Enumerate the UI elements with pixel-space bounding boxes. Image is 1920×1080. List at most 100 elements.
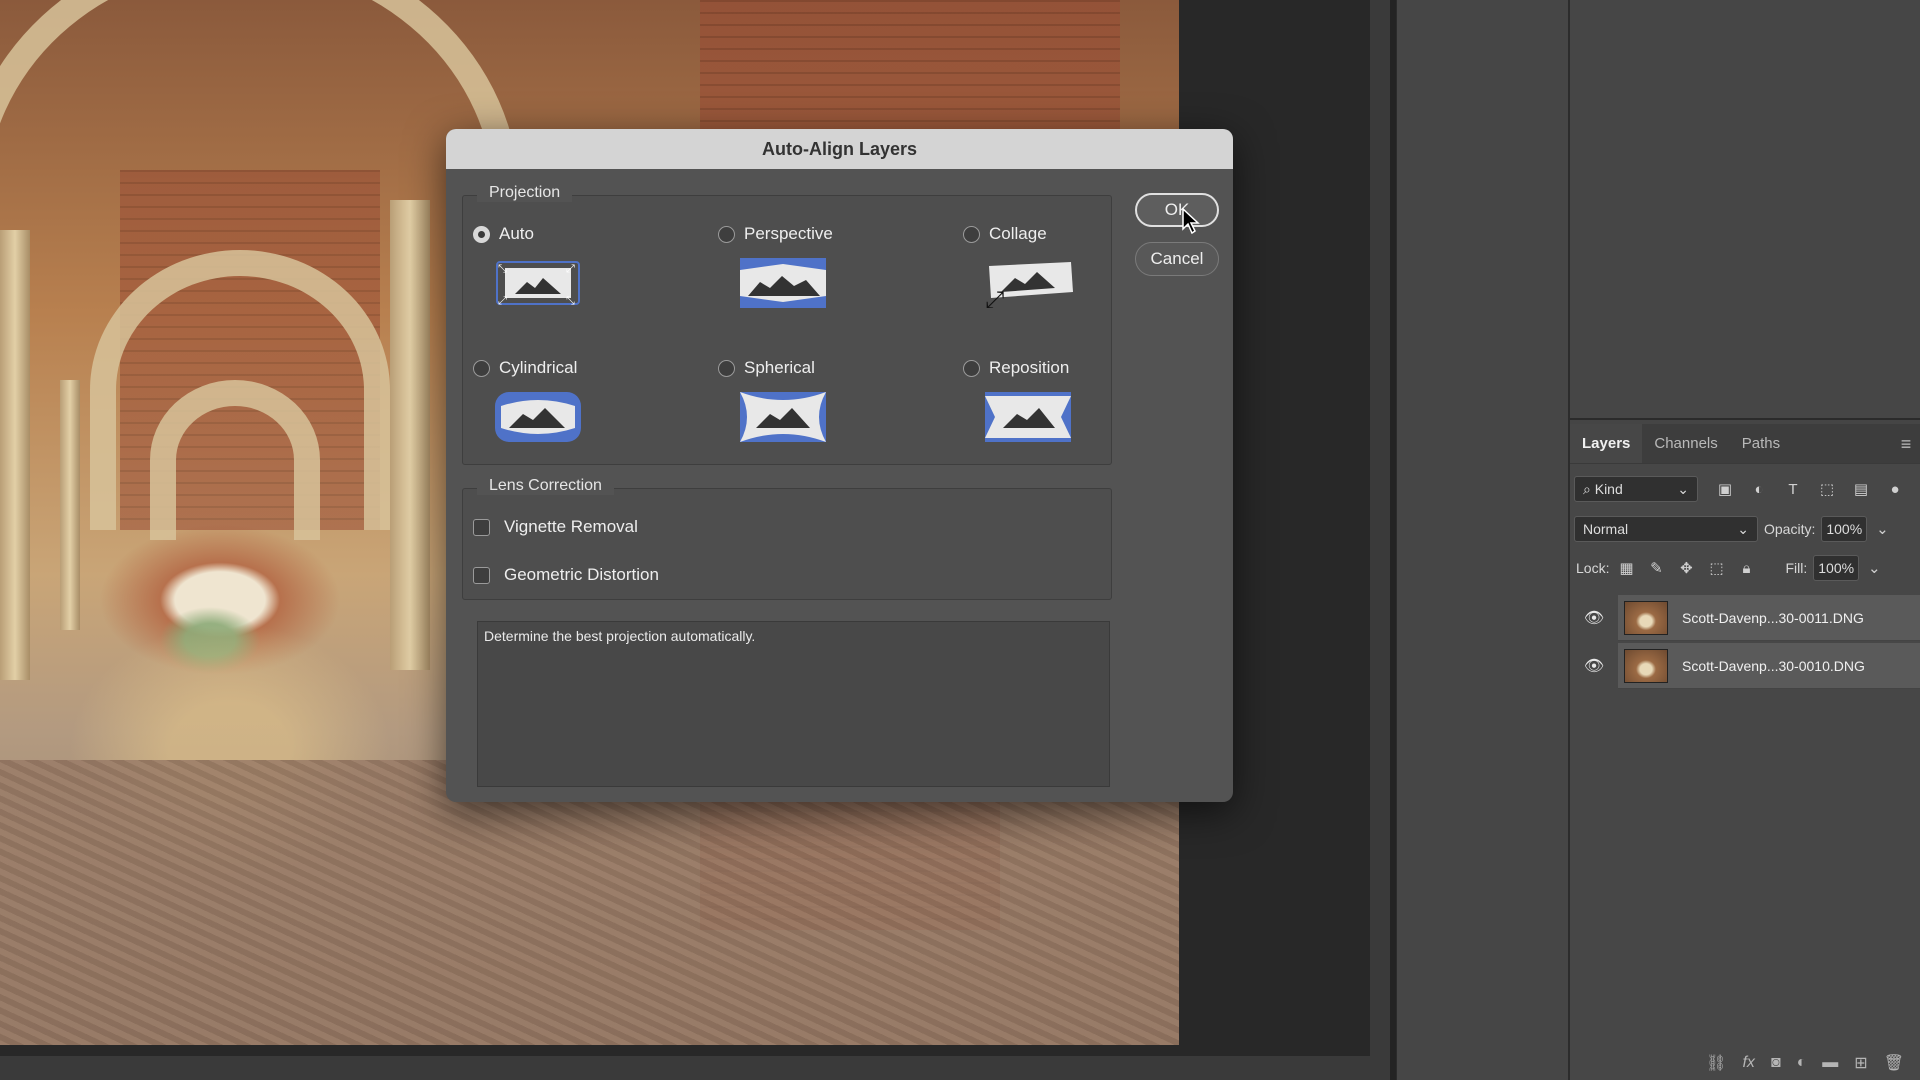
filter-kind-label: Kind bbox=[1594, 480, 1623, 497]
projection-legend: Projection bbox=[477, 184, 573, 202]
layers-panel: Layers Channels Paths ≡ ⌕ Kind ⌄ ▣ ◐ T ⬚… bbox=[1570, 424, 1920, 1080]
geometric-distortion-label: Geometric Distortion bbox=[504, 565, 659, 584]
auto-projection-icon: ⤡ ⤢ ⤢ ⤡ bbox=[496, 261, 580, 307]
layer-thumbnail bbox=[1624, 600, 1668, 635]
svg-text:⤡: ⤡ bbox=[566, 294, 575, 307]
adjustment-filter-icon[interactable]: ◐ bbox=[1748, 478, 1770, 500]
option-cylindrical-label: Cylindrical bbox=[499, 358, 578, 377]
image-filter-icon[interactable]: ▣ bbox=[1714, 478, 1736, 500]
svg-text:⤢: ⤢ bbox=[498, 294, 507, 307]
radio-spherical[interactable] bbox=[718, 359, 735, 377]
spherical-projection-icon bbox=[740, 392, 826, 442]
fx-icon[interactable]: fx bbox=[1742, 1054, 1754, 1072]
lock-artboard-icon[interactable]: ⬚ bbox=[1705, 557, 1727, 579]
option-spherical-label: Spherical bbox=[744, 358, 815, 377]
opacity-input[interactable]: 100% bbox=[1821, 516, 1868, 542]
option-perspective[interactable]: Perspective bbox=[718, 224, 833, 308]
panel-menu-icon[interactable]: ≡ bbox=[1890, 424, 1920, 463]
option-auto[interactable]: Auto ⤡ ⤢ ⤢ ⤡ bbox=[473, 224, 581, 308]
option-perspective-label: Perspective bbox=[744, 224, 833, 243]
ok-button[interactable]: OK bbox=[1135, 193, 1219, 227]
adjustment-layer-icon[interactable]: ◐ bbox=[1797, 1054, 1807, 1072]
fill-label: Fill: bbox=[1785, 560, 1808, 576]
chevron-down-icon: ⌄ bbox=[1737, 520, 1749, 537]
panel-tabs: Layers Channels Paths ≡ bbox=[1570, 424, 1920, 464]
cylindrical-projection-icon bbox=[495, 392, 581, 442]
horizontal-scrollbar[interactable] bbox=[0, 1056, 1390, 1080]
radio-reposition[interactable] bbox=[963, 359, 980, 377]
shape-filter-icon[interactable]: ⬚ bbox=[1816, 478, 1838, 500]
layer-row[interactable]: 👁︎ Scott-Davenp...30-0011.DNG bbox=[1570, 595, 1920, 641]
opacity-dropdown-icon[interactable]: ⌄ bbox=[1871, 518, 1893, 540]
lock-image-icon[interactable]: ✎ bbox=[1645, 557, 1667, 579]
option-collage[interactable]: Collage ⤢ bbox=[963, 224, 1075, 308]
vignette-removal-label: Vignette Removal bbox=[504, 517, 638, 536]
lock-label: Lock: bbox=[1576, 560, 1610, 576]
right-panel-area: Layers Channels Paths ≡ ⌕ Kind ⌄ ▣ ◐ T ⬚… bbox=[1568, 0, 1920, 1080]
lens-correction-legend: Lens Correction bbox=[477, 477, 614, 495]
svg-text:⤡: ⤡ bbox=[498, 262, 507, 275]
reposition-projection-icon bbox=[985, 392, 1071, 442]
geometric-distortion-option[interactable]: Geometric Distortion bbox=[473, 565, 659, 585]
chevron-down-icon: ⌄ bbox=[1677, 480, 1689, 497]
tab-paths[interactable]: Paths bbox=[1730, 424, 1792, 463]
visibility-eye-icon[interactable]: 👁︎ bbox=[1570, 656, 1618, 676]
tab-layers[interactable]: Layers bbox=[1570, 424, 1643, 463]
lock-row: Lock: ▦ ✎ ✥ ⬚ 🔒︎ Fill: 100% ⌄ bbox=[1574, 555, 1885, 581]
empty-panel bbox=[1570, 0, 1920, 420]
lock-position-icon[interactable]: ✥ bbox=[1675, 557, 1697, 579]
tab-channels[interactable]: Channels bbox=[1642, 424, 1729, 463]
filter-toggle-icon[interactable]: ● bbox=[1884, 478, 1906, 500]
layer-thumbnail bbox=[1624, 648, 1668, 683]
radio-auto[interactable] bbox=[473, 225, 490, 243]
radio-collage[interactable] bbox=[963, 225, 980, 243]
geometric-distortion-checkbox[interactable] bbox=[473, 566, 490, 584]
layer-row[interactable]: 👁︎ Scott-Davenp...30-0010.DNG bbox=[1570, 643, 1920, 689]
cancel-button[interactable]: Cancel bbox=[1135, 242, 1219, 276]
blend-row: Normal ⌄ Opacity: 100% ⌄ bbox=[1574, 516, 1893, 542]
opacity-label: Opacity: bbox=[1764, 521, 1816, 537]
search-icon: ⌕ bbox=[1583, 480, 1591, 497]
dialog-title: Auto-Align Layers bbox=[446, 129, 1233, 169]
option-reposition[interactable]: Reposition bbox=[963, 358, 1071, 442]
trash-icon[interactable]: 🗑︎ bbox=[1884, 1053, 1904, 1073]
projection-group: Projection Auto ⤡ ⤢ ⤢ ⤡ Perspective Coll… bbox=[462, 184, 1112, 465]
option-spherical[interactable]: Spherical bbox=[718, 358, 826, 442]
fill-input[interactable]: 100% bbox=[1813, 555, 1860, 581]
new-layer-icon[interactable]: ⊞ bbox=[1854, 1053, 1867, 1073]
filter-kind-select[interactable]: ⌕ Kind ⌄ bbox=[1574, 476, 1698, 502]
layer-name: Scott-Davenp...30-0011.DNG bbox=[1682, 609, 1864, 626]
layers-footer: ⛓︎ fx ◙ ◐ ▬ ⊞ 🗑︎ bbox=[1570, 1046, 1920, 1080]
lens-correction-group: Lens Correction Vignette Removal Geometr… bbox=[462, 477, 1112, 600]
radio-cylindrical[interactable] bbox=[473, 359, 490, 377]
filter-row: ⌕ Kind ⌄ ▣ ◐ T ⬚ ▤ ● bbox=[1574, 476, 1906, 502]
mouse-cursor-icon bbox=[1182, 208, 1200, 234]
option-reposition-label: Reposition bbox=[989, 358, 1070, 377]
mask-icon[interactable]: ◙ bbox=[1771, 1054, 1781, 1072]
folder-icon[interactable]: ▬ bbox=[1822, 1054, 1838, 1072]
radio-perspective[interactable] bbox=[718, 225, 735, 243]
svg-text:⤢: ⤢ bbox=[566, 262, 575, 275]
option-auto-label: Auto bbox=[499, 224, 534, 243]
collage-projection-icon: ⤢ bbox=[985, 262, 1073, 308]
smart-object-filter-icon[interactable]: ▤ bbox=[1850, 478, 1872, 500]
description-box: Determine the best projection automatica… bbox=[477, 621, 1110, 787]
lock-transparent-icon[interactable]: ▦ bbox=[1615, 557, 1637, 579]
vignette-removal-checkbox[interactable] bbox=[473, 518, 490, 536]
link-icon[interactable]: ⛓︎ bbox=[1706, 1053, 1726, 1073]
svg-text:⤢: ⤢ bbox=[985, 286, 1004, 308]
visibility-eye-icon[interactable]: 👁︎ bbox=[1570, 608, 1618, 628]
type-filter-icon[interactable]: T bbox=[1782, 478, 1804, 500]
vertical-scrollbar[interactable] bbox=[1370, 0, 1390, 1056]
option-collage-label: Collage bbox=[989, 224, 1047, 243]
perspective-projection-icon bbox=[740, 258, 826, 308]
auto-align-dialog: Auto-Align Layers Projection Auto ⤡ ⤢ ⤢ … bbox=[446, 129, 1233, 802]
lock-all-icon[interactable]: 🔒︎ bbox=[1735, 557, 1757, 579]
layer-name: Scott-Davenp...30-0010.DNG bbox=[1682, 657, 1865, 674]
blend-mode-label: Normal bbox=[1583, 521, 1629, 537]
fill-dropdown-icon[interactable]: ⌄ bbox=[1863, 557, 1885, 579]
panel-dock bbox=[1396, 0, 1568, 1080]
option-cylindrical[interactable]: Cylindrical bbox=[473, 358, 581, 442]
vignette-removal-option[interactable]: Vignette Removal bbox=[473, 517, 638, 537]
blend-mode-select[interactable]: Normal ⌄ bbox=[1574, 516, 1758, 542]
